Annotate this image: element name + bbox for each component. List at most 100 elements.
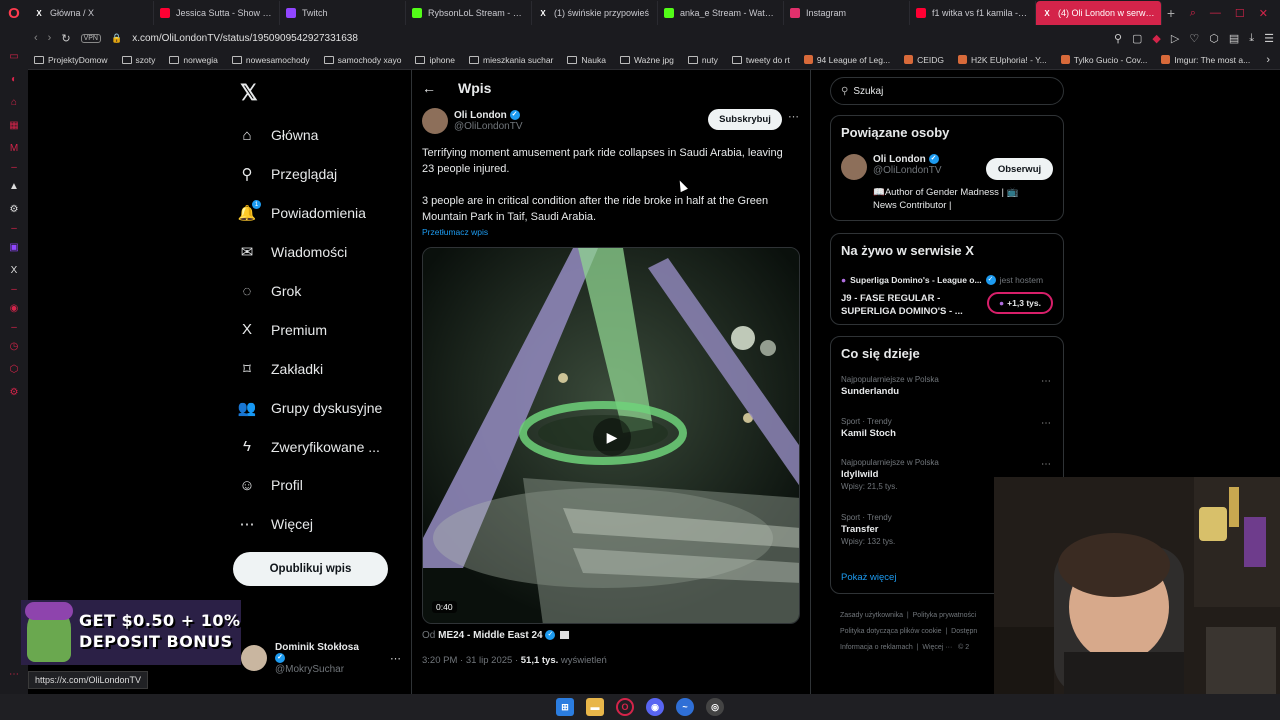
sidebar-x-icon[interactable]: X	[7, 264, 21, 276]
sidebar-player-icon[interactable]: ◉	[7, 302, 21, 314]
messenger-taskbar-icon[interactable]: ~	[676, 698, 694, 716]
footer-link[interactable]: Informacja o reklamach	[840, 644, 913, 651]
trend-item[interactable]: Najpopularniejsze w Polska Sunderlandu	[841, 375, 939, 397]
video-player[interactable]: ▶ 0:40	[422, 247, 800, 624]
bookmark-item[interactable]: szoty	[121, 55, 155, 65]
bookmark-item[interactable]: norwegia	[169, 55, 218, 65]
nav-item-lightning[interactable]: ϟ Zweryfikowane ...	[238, 427, 408, 466]
browser-tab[interactable]: anka_e Stream - Watch L	[658, 1, 784, 25]
browser-tab[interactable]: X (4) Oli London w serwisie	[1036, 1, 1162, 25]
subscribe-button[interactable]: Subskrybuj	[708, 109, 782, 130]
opera-taskbar-icon[interactable]: O	[616, 698, 634, 716]
follow-button[interactable]: Obserwuj	[986, 158, 1053, 180]
browser-tab[interactable]: X Główna / X	[28, 1, 154, 25]
sidebar-settings-icon[interactable]: ⚙	[7, 386, 21, 398]
trend-item[interactable]: Sport · Trendy Kamil Stoch	[841, 417, 896, 439]
footer-link[interactable]: Polityka prywatności	[913, 612, 976, 619]
footer-link[interactable]: Polityka dotycząca plików cookie	[840, 628, 942, 635]
bookmark-star-icon[interactable]: ♡	[1189, 32, 1199, 45]
post-timestamp[interactable]: 3:20 PM · 31 lip 2025 ·	[422, 655, 518, 666]
bookmark-item[interactable]: nuty	[687, 55, 718, 65]
live-host[interactable]: ● Superliga Domino's - League o... ✓ jes…	[841, 275, 1043, 285]
vpn-badge[interactable]: VPN	[80, 33, 101, 43]
post-button[interactable]: Opublikuj wpis	[233, 552, 388, 586]
footer-link[interactable]: Więcej ···	[922, 644, 952, 651]
x-logo-icon[interactable]: 𝕏	[240, 80, 258, 106]
download-icon[interactable]: ⤓	[1249, 32, 1254, 45]
lock-icon[interactable]: 🔒	[111, 33, 122, 44]
browser-tab[interactable]: RybsonLoL Stream - Wat	[406, 1, 532, 25]
related-person[interactable]: Oli London ✓ @OliLondonTV	[841, 154, 942, 180]
nav-item-profile[interactable]: ☺ Profil	[238, 466, 408, 505]
bookmark-item[interactable]: Imgur: The most a...	[1161, 55, 1250, 65]
bookmark-item[interactable]: H2K EUphoria! - Y...	[958, 55, 1047, 65]
sidebar-game-icon[interactable]: ▦	[7, 119, 21, 131]
pocket-icon[interactable]: ◆	[1152, 32, 1160, 45]
sidebar-history-icon[interactable]: ◐	[7, 73, 21, 85]
related-name[interactable]: Oli London	[873, 154, 926, 165]
browser-tab[interactable]: Jessica Sutta - Show Me	[154, 1, 280, 25]
post-more-icon[interactable]: ⋯	[788, 110, 799, 123]
player-icon[interactable]: ▷	[1171, 32, 1179, 45]
close-window-icon[interactable]: ✕	[1259, 7, 1268, 20]
deposit-bonus-ad[interactable]: GET $0.50 + 10% DEPOSIT BONUS	[21, 600, 241, 665]
bookmark-item[interactable]: iphone	[415, 55, 455, 65]
nav-item-x-premium[interactable]: X Premium	[238, 310, 408, 349]
minimize-icon[interactable]: —	[1210, 7, 1221, 20]
back-arrow-icon[interactable]: ‹	[34, 32, 38, 44]
trend-item[interactable]: Najpopularniejsze w Polska Idyllwild Wpisy…	[841, 458, 939, 491]
nav-item-grok[interactable]: ◌ Grok	[238, 272, 408, 311]
browser-tab[interactable]: Instagram	[784, 1, 910, 25]
bookmark-item[interactable]: samochody xayo	[323, 55, 401, 65]
extensions-icon[interactable]: ⬡	[1209, 32, 1219, 45]
translate-post-link[interactable]: Przetłumacz wpis	[422, 227, 488, 237]
show-more-link[interactable]: Pokaż więcej	[841, 572, 896, 583]
browser-tab[interactable]: f1 witka vs f1 kamila - Yo	[910, 1, 1036, 25]
steam-taskbar-icon[interactable]: ◎	[706, 698, 724, 716]
sidebar-aria-ai-icon[interactable]: ▲	[7, 180, 21, 192]
sidebar-chatgpt-icon[interactable]: ⚙	[7, 203, 21, 215]
source-name[interactable]: ME24 - Middle East 24	[438, 630, 542, 641]
related-avatar[interactable]	[841, 154, 867, 180]
sidebar-clock-icon[interactable]: ◷	[7, 340, 21, 352]
file-explorer-icon[interactable]: ▬	[586, 698, 604, 716]
bookmark-item[interactable]: ProjektyDomow	[34, 55, 108, 65]
post-author[interactable]: Oli London ✓ @OliLondonTV	[422, 108, 523, 134]
live-listeners-badge[interactable]: ● +1,3 tys.	[987, 292, 1053, 314]
windows-start-icon[interactable]: ⊞	[556, 698, 574, 716]
bookmark-item[interactable]: Nauka	[567, 55, 606, 65]
back-arrow-icon[interactable]: ←	[422, 80, 436, 96]
nav-item-mail[interactable]: ✉ Wiadomości	[238, 233, 408, 272]
nav-item-home[interactable]: ⌂ Główna	[238, 116, 408, 155]
discord-taskbar-icon[interactable]: ◉	[646, 698, 664, 716]
search-input[interactable]: ⚲ Szukaj	[830, 77, 1064, 105]
author-avatar[interactable]	[422, 108, 448, 134]
sidebar-mail-icon[interactable]: M	[7, 142, 21, 154]
trend-more-icon[interactable]: ⋯	[1041, 376, 1051, 387]
bookmark-item[interactable]: nowesamochody	[231, 55, 310, 65]
bookmarks-overflow-icon[interactable]: ›	[1266, 54, 1280, 66]
bookmark-item[interactable]: Tylko Gucio - Cov...	[1060, 55, 1147, 65]
footer-link[interactable]: Zasady użytkownika	[840, 612, 903, 619]
sidebar-more-icon[interactable]: ⋯	[7, 668, 21, 680]
footer-link[interactable]: Dostępn	[951, 628, 977, 635]
sidebar-bag-icon[interactable]: ⌂	[7, 96, 21, 108]
bookmark-item[interactable]: 94 League of Leg...	[803, 55, 890, 65]
account-more-icon[interactable]: ⋯	[390, 652, 401, 665]
browser-tab[interactable]: X (1) świńskie przypowieś	[532, 1, 658, 25]
author-name[interactable]: Oli London	[454, 110, 507, 121]
related-handle[interactable]: @OliLondonTV	[873, 165, 942, 176]
bookmark-item[interactable]: CEIDG	[904, 55, 944, 65]
nav-item-communities[interactable]: 👥 Grupy dyskusyjne	[238, 388, 408, 427]
search-tabs-icon[interactable]: ⌕	[1190, 7, 1196, 20]
trend-more-icon[interactable]: ⋯	[1041, 418, 1051, 429]
sidebar-aria-icon[interactable]: ▭	[7, 50, 21, 62]
trend-more-icon[interactable]: ⋯	[1041, 459, 1051, 470]
nav-item-bell[interactable]: 🔔 1 Powiadomienia	[238, 194, 408, 233]
sidebar-extensions-icon[interactable]: ⬡	[7, 363, 21, 375]
account-switcher[interactable]: Dominik Stokłosa ✓ @MokrySuchar ⋯	[241, 640, 401, 676]
nav-item-more-circle[interactable]: ⋯ Więcej	[238, 505, 408, 544]
profile-menu-icon[interactable]: ☰	[1264, 32, 1274, 45]
browser-tab[interactable]: Twitch	[280, 1, 406, 25]
snapshot-icon[interactable]: ▢	[1132, 32, 1142, 45]
